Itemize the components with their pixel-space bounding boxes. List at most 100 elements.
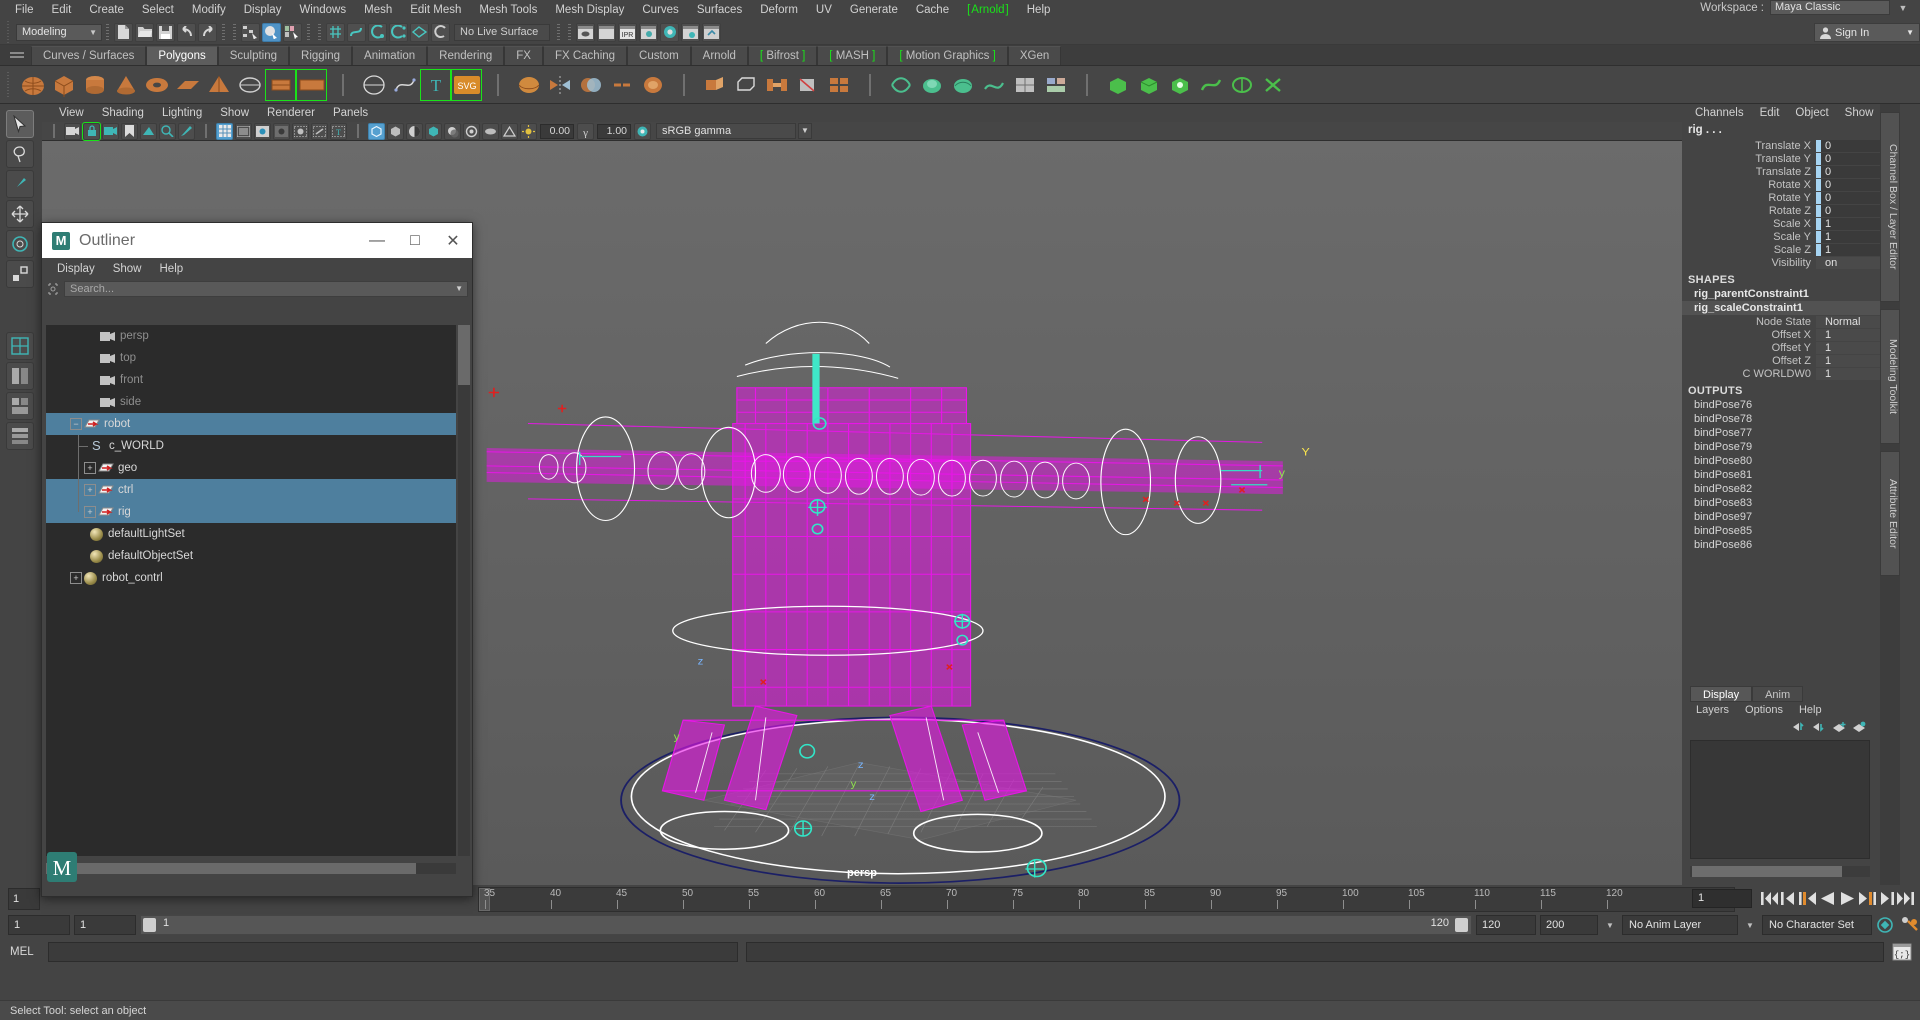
shelf-tab-fx-caching[interactable]: FX Caching — [543, 46, 627, 65]
range-slider[interactable]: 1 120 — [140, 915, 1472, 935]
outliner-vertical-scrollbar-thumb[interactable] — [458, 325, 470, 385]
color-management-icon[interactable] — [634, 123, 651, 140]
viewport-menu-shading[interactable]: Shading — [93, 107, 153, 119]
channel-row-offset-x[interactable]: Offset X 1 — [1682, 328, 1886, 341]
command-output[interactable] — [746, 942, 1884, 962]
channel-value[interactable]: 0 — [1816, 192, 1886, 204]
new-scene-button[interactable] — [114, 23, 133, 42]
current-frame-field[interactable]: 1 — [1692, 889, 1752, 908]
shade-with-textures-icon[interactable] — [406, 123, 423, 140]
channel-value[interactable]: 1 — [1816, 231, 1886, 243]
output-item[interactable]: bindPose79 — [1682, 440, 1886, 454]
menu-deform[interactable]: Deform — [751, 0, 807, 20]
menu-select[interactable]: Select — [133, 0, 183, 20]
channel-value[interactable]: 1 — [1816, 342, 1886, 354]
redo-button[interactable] — [198, 23, 217, 42]
viewport-layout-single-button[interactable] — [6, 332, 34, 360]
auto-keyframe-icon[interactable] — [1876, 916, 1896, 934]
channel-row-scale-x[interactable]: Scale X 1 — [1682, 217, 1886, 230]
poly-pyramid-icon[interactable] — [204, 70, 233, 100]
collapse-expander-icon[interactable]: − — [70, 418, 82, 430]
resolution-gate-icon[interactable] — [254, 123, 271, 140]
output-item[interactable]: bindPose80 — [1682, 454, 1886, 468]
text-tool-icon[interactable]: T — [421, 70, 450, 100]
shelf-tab-curves-surfaces[interactable]: Curves / Surfaces — [31, 46, 146, 65]
sculpt-sphere-icon[interactable] — [514, 70, 543, 100]
outliner-menu-show[interactable]: Show — [104, 263, 151, 275]
range-start-field-2[interactable]: 1 — [74, 915, 136, 935]
shelf-tab-sculpting[interactable]: Sculpting — [218, 46, 289, 65]
save-scene-button[interactable] — [156, 23, 175, 42]
channel-value[interactable]: Normal — [1816, 316, 1886, 328]
green-box-icon-1[interactable] — [1103, 70, 1132, 100]
select-tool-button[interactable] — [6, 110, 34, 138]
channel-value[interactable]: 1 — [1816, 329, 1886, 341]
channel-row-scale-z[interactable]: Scale Z 1 — [1682, 243, 1886, 256]
lasso-tool-button[interactable] — [6, 140, 34, 168]
menu-surfaces[interactable]: Surfaces — [688, 0, 751, 20]
new-layer-from-selected-icon[interactable] — [1852, 721, 1866, 733]
channel-row-visibility[interactable]: Visibility on — [1682, 256, 1886, 269]
channel-row-translate-x[interactable]: Translate X 0 — [1682, 139, 1886, 152]
viewport-menu-show[interactable]: Show — [211, 107, 258, 119]
next-key-icon[interactable] — [1859, 891, 1876, 906]
outliner-title-bar[interactable]: M Outliner — □ ✕ — [42, 223, 472, 258]
wireframe-shading-icon[interactable] — [368, 123, 385, 140]
tab-anim-layers[interactable]: Anim — [1752, 686, 1803, 702]
tab-attribute-editor[interactable]: Attribute Editor — [1880, 451, 1900, 576]
snap-to-grid-button[interactable] — [326, 23, 345, 42]
aa-icon[interactable] — [501, 123, 518, 140]
channel-row-offset-z[interactable]: Offset Z 1 — [1682, 354, 1886, 367]
close-icon[interactable]: ✕ — [434, 223, 472, 258]
output-item[interactable]: bindPose86 — [1682, 538, 1886, 552]
live-surface-field[interactable]: No Live Surface — [454, 24, 550, 41]
output-item[interactable]: bindPose78 — [1682, 412, 1886, 426]
bevel-icon[interactable] — [731, 70, 760, 100]
select-by-object-button[interactable] — [262, 23, 281, 42]
green-cross-icon[interactable] — [1258, 70, 1287, 100]
channel-row-node-state[interactable]: Node State Normal — [1682, 315, 1886, 328]
range-end-field[interactable]: 120 — [1476, 915, 1536, 935]
snap-to-projected-center-button[interactable] — [389, 23, 408, 42]
poly-cube-icon[interactable] — [49, 70, 78, 100]
search-icon[interactable] — [46, 282, 60, 296]
extrude-icon[interactable] — [700, 70, 729, 100]
snap-to-view-planes-button[interactable] — [410, 23, 429, 42]
outliner-item-persp[interactable]: persp — [46, 325, 456, 347]
sculpt-relax-icon[interactable] — [979, 70, 1008, 100]
channel-row-offset-y[interactable]: Offset Y 1 — [1682, 341, 1886, 354]
grease-pencil-icon[interactable] — [178, 123, 195, 140]
gamma-value[interactable]: 1.00 — [597, 124, 631, 139]
colorspace-select[interactable]: sRGB gamma — [656, 123, 796, 139]
scale-tool-button[interactable] — [6, 260, 34, 288]
select-by-hierarchy-button[interactable] — [241, 23, 260, 42]
output-item[interactable]: bindPose77 — [1682, 426, 1886, 440]
new-layer-icon[interactable] — [1832, 721, 1846, 733]
viewport-layout-four-button[interactable] — [6, 422, 34, 450]
expand-expander-icon[interactable]: + — [84, 484, 96, 496]
shadows-icon[interactable] — [444, 123, 461, 140]
go-to-end-icon[interactable] — [1897, 891, 1914, 906]
channelbox-menu-channels[interactable]: Channels — [1688, 107, 1751, 119]
grid-toggle-icon[interactable] — [216, 123, 233, 140]
quad-draw-icon[interactable] — [886, 70, 915, 100]
render-view-button[interactable] — [576, 23, 595, 42]
range-slider-right-grip[interactable] — [1455, 918, 1468, 932]
output-item[interactable]: bindPose83 — [1682, 496, 1886, 510]
output-item[interactable]: bindPose76 — [1682, 398, 1886, 412]
poly-plane-icon[interactable] — [173, 70, 202, 100]
menu-help[interactable]: Help — [1018, 0, 1060, 20]
output-item[interactable]: bindPose85 — [1682, 524, 1886, 538]
outliner-item-default-object-set[interactable]: defaultObjectSet — [46, 545, 456, 567]
channel-row-rotate-x[interactable]: Rotate X 0 — [1682, 178, 1886, 191]
menu-display[interactable]: Display — [235, 0, 291, 20]
xray-joints-icon[interactable] — [311, 123, 328, 140]
character-set-select[interactable]: No Character Set — [1762, 915, 1872, 935]
open-scene-button[interactable] — [135, 23, 154, 42]
mirror-icon[interactable] — [545, 70, 574, 100]
menu-mesh[interactable]: Mesh — [355, 0, 401, 20]
menu-curves[interactable]: Curves — [633, 0, 687, 20]
timeline-start-field[interactable]: 1 — [8, 888, 40, 910]
shelf-tab-fx[interactable]: FX — [504, 46, 543, 65]
move-tool-button[interactable] — [6, 200, 34, 228]
